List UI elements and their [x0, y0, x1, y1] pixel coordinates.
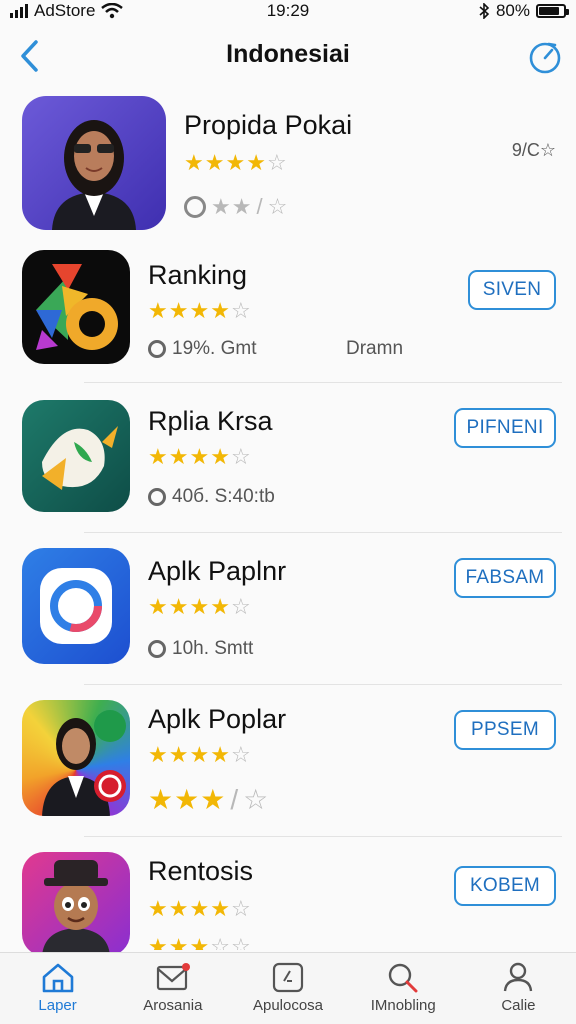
tab-home[interactable]: Laper	[0, 953, 115, 1024]
meta-left: 10h. Smtt	[172, 638, 254, 659]
get-button[interactable]: FABSAM	[454, 558, 556, 598]
nav-bar: Indonesiai	[0, 30, 576, 84]
tab-apps[interactable]: Apulocosa	[230, 953, 345, 1024]
download-icon	[148, 640, 166, 658]
app-name: Ranking	[148, 260, 248, 290]
app-meta: 10h. Smtt	[148, 638, 253, 660]
app-name: Aplk Poplar	[148, 704, 287, 734]
rating-stars: ★ ★ ★ ★ ☆	[184, 150, 287, 175]
search-icon	[389, 963, 418, 993]
meta-right: Dramn	[346, 338, 404, 359]
mail-icon	[156, 963, 190, 991]
download-icon	[148, 340, 166, 358]
tab-search[interactable]: IMnobling	[346, 953, 461, 1024]
app-name: Rentosis	[148, 856, 254, 886]
status-bar: AdStore 19:29 80%	[0, 0, 576, 22]
meta-left: 19%. Gmt	[172, 338, 257, 359]
app-icon	[22, 400, 130, 512]
download-icon	[148, 488, 166, 506]
tab-profile[interactable]: Calie	[461, 953, 576, 1024]
app-box-icon	[272, 962, 304, 993]
app-row[interactable]: Aplk Poplar ★ ★ ★ ★ ☆ ★ ★ ★ / ☆ PPSEM	[0, 700, 576, 830]
battery-icon	[536, 4, 569, 18]
clock: 19:29	[266, 1, 310, 20]
rating-stars: ★ ★ ★ ★ ☆	[148, 444, 251, 469]
divider	[84, 684, 562, 685]
tab-bar: Laper Arosania Apulocosa IMnobling Calie	[0, 952, 576, 1024]
rating-stars: ★ ★ ★ ★ ☆	[148, 594, 251, 619]
get-button[interactable]: KOBEM	[454, 866, 556, 906]
tab-label: Laper	[38, 997, 77, 1014]
rating-stars-secondary: ★ ★ ★ / ☆	[148, 784, 269, 815]
app-meta: 40б. S:40:tb	[148, 486, 275, 508]
tab-mail[interactable]: Arosania	[115, 953, 230, 1024]
home-icon	[42, 963, 73, 993]
app-row[interactable]: Rplia Krsa ★ ★ ★ ★ ☆ 40б. S:40:tb PIFNENI	[0, 400, 576, 530]
app-name: Rplia Krsa	[148, 406, 273, 436]
side-label: 9/C☆	[511, 140, 556, 160]
meta-left: 40б. S:40:tb	[172, 486, 275, 507]
rating-stars-secondary: ★ ★ / ☆	[184, 196, 287, 218]
app-row[interactable]: Rentosis ★ ★ ★ ★ ☆ ★ ★ ★ ☆ ☆ KOBEM	[0, 852, 576, 956]
tab-label: Arosania	[143, 997, 203, 1014]
rating-stars: ★ ★ ★ ★ ☆	[148, 742, 251, 767]
divider	[84, 382, 562, 383]
divider	[84, 532, 562, 533]
person-icon	[504, 962, 533, 992]
app-row[interactable]: Aplk Paplnr ★ ★ ★ ★ ☆ 10h. Smtt FABSAM	[0, 548, 576, 678]
rating-stars: ★ ★ ★ ★ ☆	[148, 896, 251, 921]
get-button[interactable]: SIVEN	[468, 270, 556, 310]
rating-stars-secondary: ★ ★ ★ ☆ ☆	[148, 936, 251, 950]
rating-stars: ★ ★ ★ ★ ☆	[148, 298, 251, 323]
app-icon	[22, 852, 130, 956]
tab-label: Apulocosa	[252, 997, 324, 1014]
app-icon	[22, 700, 130, 816]
app-name: Propida Pokai	[184, 110, 353, 140]
get-button[interactable]: PIFNENI	[454, 408, 556, 448]
divider	[84, 836, 562, 837]
page-title: Indonesiai	[226, 40, 350, 68]
app-row[interactable]: Propida Pokai ★ ★ ★ ★ ☆ ★ ★ / ☆ 9/C☆	[0, 96, 576, 236]
badge-icon	[184, 196, 206, 218]
app-icon	[22, 96, 166, 230]
app-row[interactable]: Ranking ★ ★ ★ ★ ☆ 19%. Gmt Dramn SIVEN	[0, 250, 576, 380]
app-icon	[22, 250, 130, 364]
app-icon	[22, 548, 130, 664]
app-meta: 19%. Gmt	[148, 338, 256, 360]
tab-label: IMnobling	[370, 997, 436, 1014]
app-name: Aplk Paplnr	[148, 556, 287, 586]
tab-label: Calie	[501, 997, 536, 1014]
timer-icon[interactable]	[528, 40, 562, 74]
get-button[interactable]: PPSEM	[454, 710, 556, 750]
